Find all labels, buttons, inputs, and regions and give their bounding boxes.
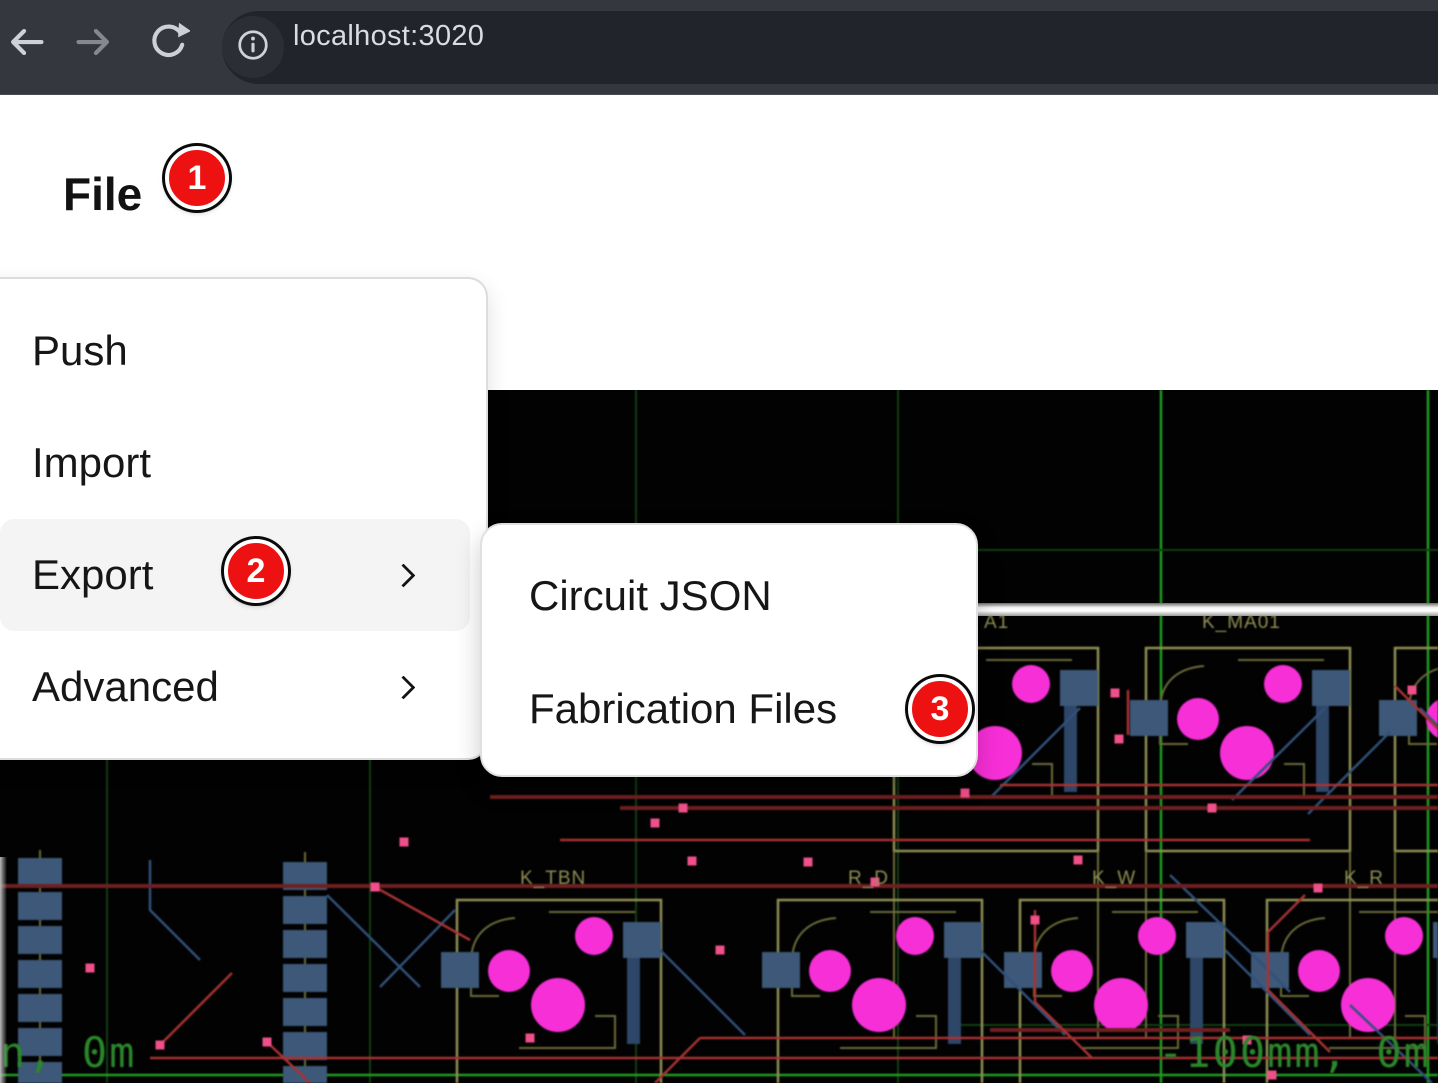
menu-item-import[interactable]: Import <box>0 407 470 519</box>
url-text[interactable]: localhost:3020 <box>293 0 484 73</box>
forward-button[interactable] <box>73 22 117 66</box>
step-number: 2 <box>247 552 266 591</box>
browser-toolbar: localhost:3020 <box>0 0 1438 95</box>
menu-item-advanced[interactable]: Advanced <box>0 631 470 743</box>
file-menu-button[interactable]: File <box>63 168 142 220</box>
annotation-step-2-badge: 2 <box>224 539 288 603</box>
step-number: 3 <box>931 690 950 729</box>
menu-item-label: Push <box>32 327 128 375</box>
coordinate-label-left: n, 0m <box>0 1028 136 1077</box>
chevron-right-icon <box>391 563 415 587</box>
menu-item-push[interactable]: Push <box>0 295 470 407</box>
component-label: K_R <box>1344 868 1384 890</box>
submenu-item-fabrication-files[interactable]: Fabrication Files <box>482 652 976 765</box>
export-submenu: Circuit JSON Fabrication Files <box>480 523 978 777</box>
menu-shadow <box>0 857 7 1083</box>
submenu-item-label: Circuit JSON <box>529 572 772 620</box>
annotation-step-3-badge: 3 <box>908 677 972 741</box>
site-info-button[interactable] <box>222 16 284 78</box>
coordinate-label-right: -100mm, 0m <box>1158 1028 1431 1077</box>
annotation-step-1-badge: 1 <box>165 146 229 210</box>
submenu-item-label: Fabrication Files <box>529 685 837 733</box>
step-number: 1 <box>188 159 207 198</box>
reload-icon <box>146 20 190 69</box>
component-label: K_W <box>1092 868 1136 890</box>
back-arrow-icon <box>3 20 47 69</box>
info-icon <box>231 23 275 72</box>
chevron-right-icon <box>391 675 415 699</box>
forward-arrow-icon <box>73 20 117 69</box>
page-content: File <box>0 95 1438 988</box>
reload-button[interactable] <box>146 22 190 66</box>
menu-item-label: Advanced <box>32 663 219 711</box>
submenu-item-circuit-json[interactable]: Circuit JSON <box>482 539 976 652</box>
menu-item-label: Import <box>32 439 151 487</box>
menu-item-label: Export <box>32 551 153 599</box>
file-dropdown-menu: Push Import Export Advanced <box>0 277 488 760</box>
component-label: K_TBN <box>520 868 586 890</box>
back-button[interactable] <box>3 22 47 66</box>
component-label: R_D <box>848 868 889 890</box>
